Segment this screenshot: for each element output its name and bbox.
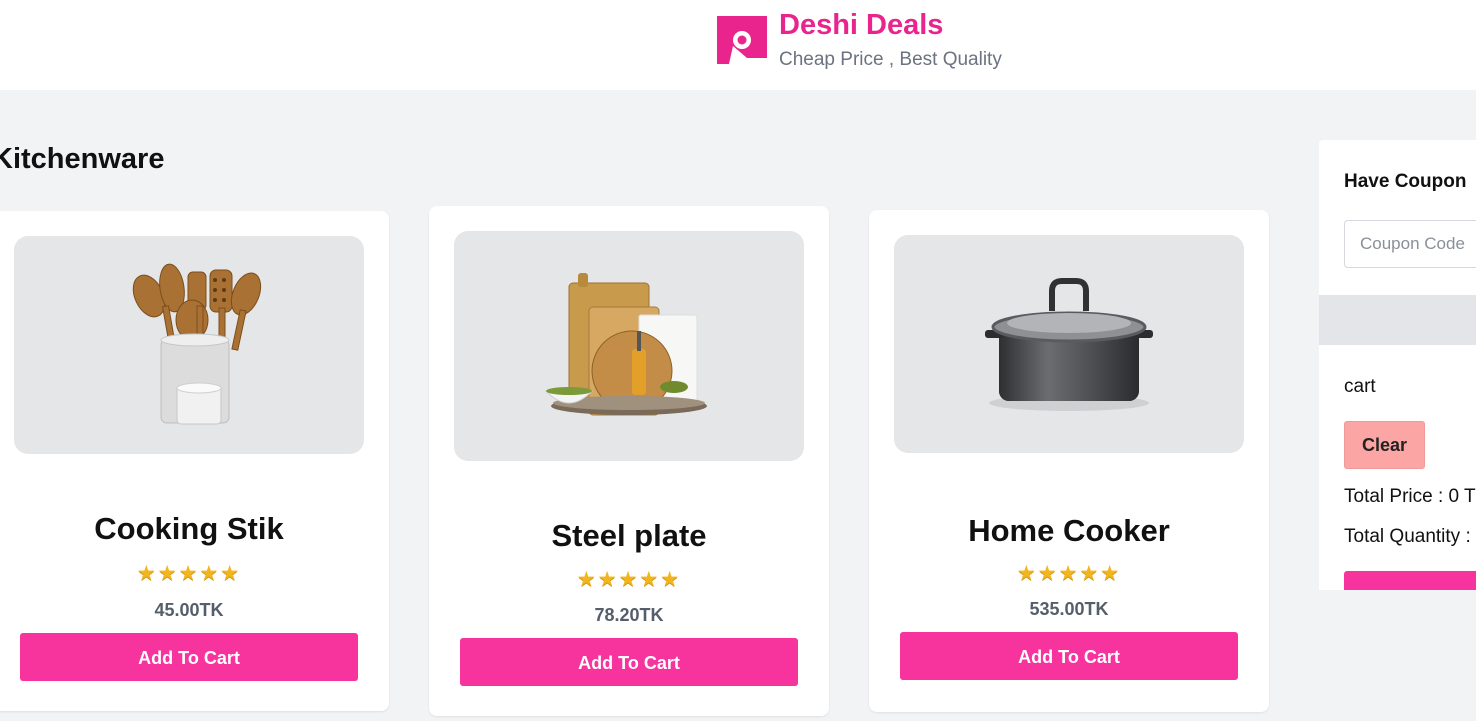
product-name: Home Cooker xyxy=(968,513,1170,548)
total-price: Total Price : 0 T xyxy=(1344,486,1476,507)
star-rating: ★★★★★ xyxy=(1016,562,1122,585)
star-rating: ★★★★★ xyxy=(576,568,682,591)
product-card: Steel plate ★★★★★ 78.20TK Add To Cart xyxy=(429,206,829,716)
cart-label: cart xyxy=(1344,376,1376,397)
product-price: 535.00TK xyxy=(1029,599,1109,619)
brand-title[interactable]: Deshi Deals xyxy=(779,9,943,42)
clear-cart-button[interactable]: Clear xyxy=(1344,421,1425,469)
product-name: Steel plate xyxy=(551,518,707,553)
product-card: Cooking Stik ★★★★★ 45.00TK Add To Cart xyxy=(0,211,389,711)
add-to-cart-button[interactable]: Add To Cart xyxy=(20,633,358,681)
sidebar-divider xyxy=(1319,295,1476,345)
product-name: Cooking Stik xyxy=(94,511,284,546)
cutting-boards-icon xyxy=(544,273,707,416)
product-price: 45.00TK xyxy=(154,600,224,620)
product-card: Home Cooker ★★★★★ 535.00TK Add To Cart xyxy=(869,210,1269,712)
section-title: Kitchenware xyxy=(0,143,165,175)
product-image xyxy=(894,235,1244,453)
product-image xyxy=(14,236,364,454)
header-bar: Deshi Deals Cheap Price , Best Quality xyxy=(0,0,1476,90)
cooking-pot-icon xyxy=(985,278,1153,411)
coupon-title: Have Coupon xyxy=(1344,171,1467,192)
add-to-cart-button[interactable]: Add To Cart xyxy=(460,638,798,686)
brand-tagline: Cheap Price , Best Quality xyxy=(779,49,1002,70)
utensil-holder-icon xyxy=(132,263,262,425)
shopping-tag-icon[interactable] xyxy=(717,16,767,64)
coupon-code-input[interactable] xyxy=(1344,220,1476,268)
coupon-panel: Have Coupon xyxy=(1319,140,1476,295)
star-rating: ★★★★★ xyxy=(136,562,242,585)
product-price: 78.20TK xyxy=(594,605,664,625)
checkout-button[interactable] xyxy=(1344,571,1476,590)
total-quantity: Total Quantity : xyxy=(1344,526,1471,547)
add-to-cart-button[interactable]: Add To Cart xyxy=(900,632,1238,680)
cart-panel: cart Clear Total Price : 0 T Total Quant… xyxy=(1319,345,1476,590)
product-image xyxy=(454,231,804,461)
